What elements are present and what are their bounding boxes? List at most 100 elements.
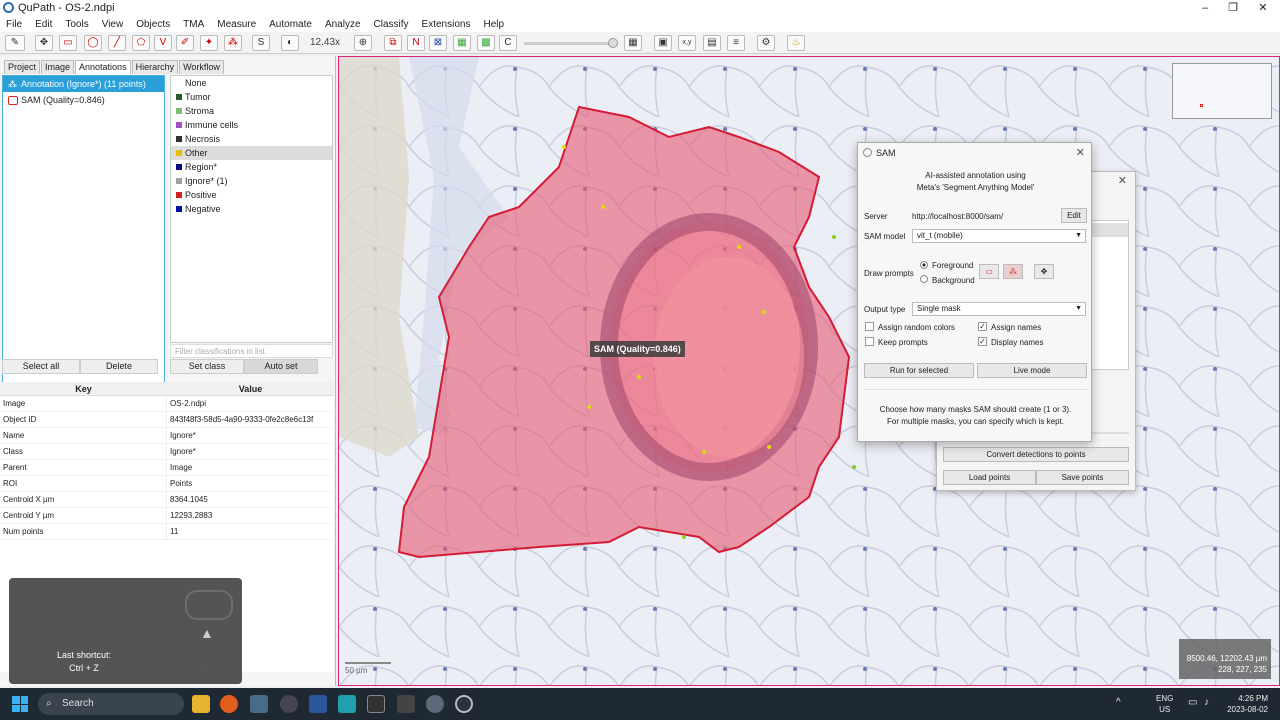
- convert-detections-button[interactable]: Convert detections to points: [943, 447, 1129, 462]
- menu-measure[interactable]: Measure: [217, 19, 256, 30]
- minimize-icon[interactable]: –: [1190, 0, 1220, 16]
- network-icon[interactable]: ▭: [1188, 697, 1197, 708]
- class-item-stroma[interactable]: Stroma: [171, 104, 332, 118]
- fill-detections-icon[interactable]: ▩: [477, 35, 495, 51]
- clock[interactable]: 4:26 PM 2023-08-02: [1222, 693, 1268, 715]
- table-row[interactable]: Parent Image: [0, 460, 334, 476]
- assign-random-colors-checkbox[interactable]: [865, 322, 874, 331]
- class-item-positive[interactable]: Positive: [171, 188, 332, 202]
- show-names-icon[interactable]: N: [407, 35, 425, 51]
- wand-tool-icon[interactable]: ✦: [200, 35, 218, 51]
- class-item-other[interactable]: Other: [171, 146, 332, 160]
- class-list[interactable]: None Tumor Stroma Immune cells Necrosis …: [170, 75, 333, 343]
- points-prompt-icon[interactable]: ⁂: [1003, 264, 1023, 279]
- list-item[interactable]: SAM (Quality=0.846): [3, 92, 164, 108]
- opacity-slider[interactable]: [524, 38, 618, 48]
- model-select[interactable]: vit_t (mobile) ▼: [912, 229, 1086, 243]
- tab-annotations[interactable]: Annotations: [75, 60, 131, 74]
- run-for-selected-button[interactable]: Run for selected: [864, 363, 974, 378]
- menu-automate[interactable]: Automate: [269, 19, 312, 30]
- menu-file[interactable]: File: [6, 19, 22, 30]
- notepad-icon[interactable]: [338, 695, 356, 713]
- tab-project[interactable]: Project: [4, 60, 41, 74]
- menu-tools[interactable]: Tools: [65, 19, 88, 30]
- class-item-immune[interactable]: Immune cells: [171, 118, 332, 132]
- show-annotations-icon[interactable]: ⧉: [384, 35, 402, 51]
- analysis-pane-icon[interactable]: ✎: [5, 35, 25, 51]
- zoom-fit-icon[interactable]: ⊕: [354, 35, 372, 51]
- save-points-button[interactable]: Save points: [1036, 470, 1129, 485]
- qupath-taskbar-icon[interactable]: [280, 695, 298, 713]
- scalebar-icon[interactable]: ▤: [703, 35, 721, 51]
- table-row[interactable]: Centroid Y µm 12293.2883: [0, 508, 334, 524]
- assign-names-checkbox[interactable]: ✓: [978, 322, 987, 331]
- move-tool-icon[interactable]: ✥: [35, 35, 53, 51]
- ellipse-tool-icon[interactable]: ◯: [84, 35, 102, 51]
- grid-icon[interactable]: ▦: [624, 35, 642, 51]
- table-row[interactable]: Name Ignore*: [0, 428, 334, 444]
- polygon-tool-icon[interactable]: ⬠: [132, 35, 150, 51]
- class-item-necrosis[interactable]: Necrosis: [171, 132, 332, 146]
- tab-image[interactable]: Image: [41, 60, 75, 74]
- table-row[interactable]: Class Ignore*: [0, 444, 334, 460]
- delete-button[interactable]: Delete: [80, 359, 158, 374]
- move-prompt-icon[interactable]: ✥: [1034, 264, 1054, 279]
- class-item-tumor[interactable]: Tumor: [171, 90, 332, 104]
- menu-objects[interactable]: Objects: [136, 19, 170, 30]
- auto-set-button[interactable]: Auto set: [244, 359, 318, 374]
- class-item-none[interactable]: None: [171, 76, 332, 90]
- rectangle-prompt-icon[interactable]: ▭: [979, 264, 999, 279]
- maximize-icon[interactable]: ❐: [1218, 0, 1248, 16]
- rectangle-tool-icon[interactable]: ▭: [59, 35, 77, 51]
- list-item[interactable]: ⁂ Annotation (Ignore*) (11 points): [3, 76, 164, 92]
- tma-grid-icon[interactable]: ⊠: [429, 35, 447, 51]
- selection-mode-icon[interactable]: S: [252, 35, 270, 51]
- class-item-region[interactable]: Region*: [171, 160, 332, 174]
- line-tool-icon[interactable]: ╱: [108, 35, 126, 51]
- close-icon[interactable]: ✕: [1076, 146, 1085, 159]
- keep-prompts-checkbox[interactable]: [865, 337, 874, 346]
- menu-analyze[interactable]: Analyze: [325, 19, 361, 30]
- show-detections-icon[interactable]: ▦: [453, 35, 471, 51]
- table-row[interactable]: Centroid X µm 8364.1045: [0, 492, 334, 508]
- settings-icon[interactable]: [426, 695, 444, 713]
- brightness-contrast-icon[interactable]: ◐: [281, 35, 299, 51]
- foreground-radio[interactable]: [920, 261, 928, 269]
- menu-extensions[interactable]: Extensions: [422, 19, 471, 30]
- menu-tma[interactable]: TMA: [183, 19, 204, 30]
- table-row[interactable]: Image OS-2.ndpi: [0, 396, 334, 412]
- class-filter-input[interactable]: Filter classifications in list: [170, 344, 333, 358]
- volume-icon[interactable]: ♪: [1204, 697, 1209, 708]
- output-type-select[interactable]: Single mask ▼: [912, 302, 1086, 316]
- class-item-negative[interactable]: Negative: [171, 202, 332, 216]
- tray-chevron-icon[interactable]: ^: [1116, 697, 1121, 708]
- menu-view[interactable]: View: [102, 19, 124, 30]
- edit-server-button[interactable]: Edit: [1061, 208, 1087, 223]
- table-row[interactable]: Num points 11: [0, 524, 334, 540]
- overview-thumbnail[interactable]: [1172, 63, 1272, 119]
- word-icon[interactable]: [309, 695, 327, 713]
- file-explorer-icon[interactable]: [192, 695, 210, 713]
- menu-edit[interactable]: Edit: [35, 19, 52, 30]
- class-item-ignore[interactable]: Ignore* (1): [171, 174, 332, 188]
- recorder-icon[interactable]: [455, 695, 473, 713]
- terminal-icon[interactable]: [367, 695, 385, 713]
- counting-grid-icon[interactable]: ≡: [727, 35, 745, 51]
- language-indicator[interactable]: ENG US: [1156, 693, 1173, 715]
- table-row[interactable]: ROI Points: [0, 476, 334, 492]
- connections-icon[interactable]: C: [499, 35, 517, 51]
- image-viewer[interactable]: [338, 56, 1280, 686]
- table-row[interactable]: Object ID 843f48f3-58d5-4a90-9333-0fe2c8e…: [0, 412, 334, 428]
- preferences-icon[interactable]: ⚙: [757, 35, 775, 51]
- points-tool-icon[interactable]: ⁂: [224, 35, 242, 51]
- overview-icon[interactable]: ▣: [654, 35, 672, 51]
- menu-classify[interactable]: Classify: [374, 19, 409, 30]
- script-editor-icon[interactable]: ♨: [787, 35, 805, 51]
- polyline-tool-icon[interactable]: V: [154, 35, 172, 51]
- display-names-checkbox[interactable]: ✓: [978, 337, 987, 346]
- select-all-button[interactable]: Select all: [2, 359, 80, 374]
- close-icon[interactable]: ✕: [1248, 0, 1278, 16]
- app-icon[interactable]: [397, 695, 415, 713]
- tab-workflow[interactable]: Workflow: [179, 60, 224, 74]
- menu-help[interactable]: Help: [483, 19, 504, 30]
